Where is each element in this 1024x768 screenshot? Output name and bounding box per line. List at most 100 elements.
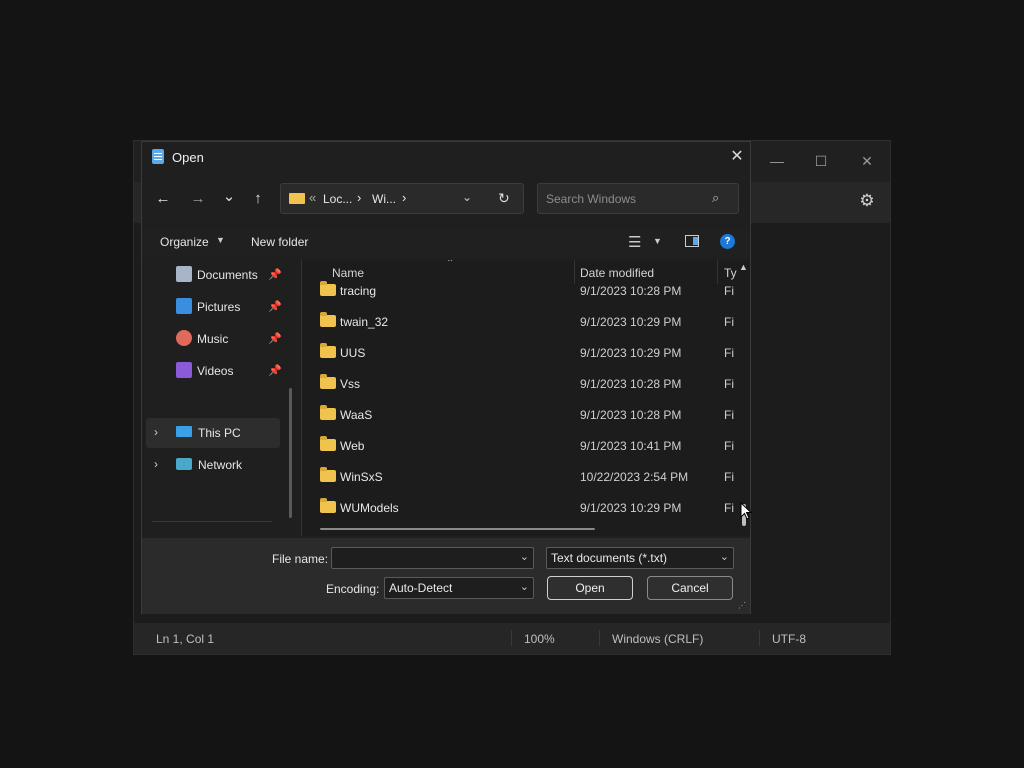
file-type: Fi xyxy=(724,284,734,298)
folder-icon xyxy=(320,374,336,389)
gear-icon[interactable]: ⚙ xyxy=(856,190,878,212)
music-icon xyxy=(176,330,192,346)
dialog-title: Open xyxy=(172,150,204,165)
close-icon[interactable]: ✕ xyxy=(726,146,748,168)
close-icon[interactable]: ✕ xyxy=(852,149,882,173)
cancel-button[interactable]: Cancel xyxy=(647,576,733,600)
breadcrumb-separator[interactable]: › xyxy=(402,190,406,205)
file-date: 10/22/2023 2:54 PM xyxy=(580,470,689,484)
table-row[interactable]: WUModels 9/1/2023 10:29 PM Fi xyxy=(302,493,750,524)
folder-icon xyxy=(320,312,336,327)
table-row[interactable]: WinSxS 10/22/2023 2:54 PM Fi xyxy=(302,462,750,493)
file-type-select[interactable]: Text documents (*.txt) ⌄ xyxy=(546,547,734,569)
back-icon[interactable]: ← xyxy=(150,186,176,212)
file-name-field[interactable]: ⌄ xyxy=(331,547,534,569)
encoding-select[interactable]: Auto-Detect ⌄ xyxy=(384,577,534,599)
breadcrumb-separator[interactable]: › xyxy=(357,190,361,205)
file-date: 9/1/2023 10:41 PM xyxy=(580,439,682,453)
this-pc-icon xyxy=(176,426,192,437)
address-overflow[interactable]: « xyxy=(309,190,316,205)
file-type: Fi xyxy=(724,377,734,391)
organize-button[interactable]: Organize xyxy=(160,235,209,249)
folder-icon xyxy=(320,405,336,420)
file-date: 9/1/2023 10:29 PM xyxy=(580,501,682,515)
nav-item-label: This PC xyxy=(198,426,241,440)
open-button[interactable]: Open xyxy=(547,576,633,600)
chevron-down-icon[interactable]: ⌄ xyxy=(520,580,529,593)
maximize-icon[interactable]: ☐ xyxy=(806,149,836,173)
caret-down-icon[interactable]: ▼ xyxy=(653,236,662,246)
file-date: 9/1/2023 10:29 PM xyxy=(580,315,682,329)
forward-icon[interactable]: → xyxy=(185,186,211,212)
encoding-status: UTF-8 xyxy=(772,632,806,646)
chevron-down-icon[interactable]: ⌄ xyxy=(720,550,729,563)
folder-icon xyxy=(289,193,305,204)
recent-locations-icon[interactable]: ⌄ xyxy=(216,184,242,210)
nav-item-label: Music xyxy=(197,332,229,346)
table-row[interactable]: twain_32 9/1/2023 10:29 PM Fi xyxy=(302,307,750,338)
breadcrumb-segment[interactable]: Wi... xyxy=(372,192,396,206)
chevron-down-icon[interactable]: ⌄ xyxy=(520,550,529,563)
file-type: Fi xyxy=(724,315,734,329)
mouse-cursor-icon xyxy=(740,502,752,520)
file-date: 9/1/2023 10:28 PM xyxy=(580,284,682,298)
nav-item-music[interactable]: Music 📌 xyxy=(150,324,282,354)
nav-scrollbar[interactable] xyxy=(289,388,292,518)
pin-icon[interactable]: 📌 xyxy=(268,332,282,345)
nav-item-label: Documents xyxy=(197,268,258,282)
chevron-down-icon[interactable]: ⌄ xyxy=(462,190,472,204)
file-type-value: Text documents (*.txt) xyxy=(551,551,668,565)
file-name: WaaS xyxy=(340,408,373,422)
help-icon[interactable]: ? xyxy=(720,234,735,249)
file-name: tracing xyxy=(340,284,377,298)
file-name: UUS xyxy=(340,346,366,360)
encoding-label: Encoding: xyxy=(326,582,380,596)
chevron-right-icon[interactable]: › xyxy=(154,425,158,439)
file-date: 9/1/2023 10:28 PM xyxy=(580,377,682,391)
new-folder-button[interactable]: New folder xyxy=(251,235,308,249)
view-options-icon[interactable]: ☰ xyxy=(628,233,641,251)
caret-down-icon[interactable]: ▼ xyxy=(216,235,225,245)
status-divider xyxy=(599,630,600,646)
zoom-level: 100% xyxy=(524,632,555,646)
address-bar[interactable]: « Loc... › Wi... › ⌄ ↻ xyxy=(280,183,524,214)
breadcrumb-segment[interactable]: Loc... xyxy=(323,192,352,206)
open-dialog: Open ✕ ← → ⌄ ↑ « Loc... › Wi... › ⌄ ↻ Se… xyxy=(141,141,751,614)
file-date: 9/1/2023 10:29 PM xyxy=(580,346,682,360)
pin-icon[interactable]: 📌 xyxy=(268,268,282,281)
horizontal-scrollbar[interactable] xyxy=(320,528,595,530)
table-row[interactable]: UUS 9/1/2023 10:29 PM Fi xyxy=(302,338,750,369)
nav-item-videos[interactable]: Videos 📌 xyxy=(150,356,282,386)
navigation-pane: Documents 📌 Pictures 📌 Music 📌 Videos 📌 … xyxy=(142,260,302,536)
folder-icon xyxy=(320,281,336,296)
pin-icon[interactable]: 📌 xyxy=(268,364,282,377)
table-row[interactable]: Web 9/1/2023 10:41 PM Fi xyxy=(302,431,750,462)
file-date: 9/1/2023 10:28 PM xyxy=(580,408,682,422)
chevron-right-icon[interactable]: › xyxy=(154,457,158,471)
minimize-icon[interactable]: — xyxy=(762,149,792,173)
refresh-icon[interactable]: ↻ xyxy=(498,190,510,207)
pin-icon[interactable]: 📌 xyxy=(268,300,282,313)
file-name-label: File name: xyxy=(272,552,329,566)
documents-icon xyxy=(176,266,192,282)
videos-icon xyxy=(176,362,192,378)
folder-icon xyxy=(320,436,336,451)
table-row[interactable]: tracing 9/1/2023 10:28 PM Fi xyxy=(302,276,750,307)
nav-item-label: Videos xyxy=(197,364,234,378)
table-row[interactable]: Vss 9/1/2023 10:28 PM Fi xyxy=(302,369,750,400)
table-row[interactable]: WaaS 9/1/2023 10:28 PM Fi xyxy=(302,400,750,431)
search-input[interactable]: Search Windows ⌕ xyxy=(537,183,739,214)
scroll-up-icon[interactable]: ▲ xyxy=(739,262,748,272)
nav-item-this-pc[interactable]: › This PC xyxy=(146,418,280,448)
nav-item-network[interactable]: › Network xyxy=(146,450,280,480)
line-ending: Windows (CRLF) xyxy=(612,632,704,646)
file-name: WUModels xyxy=(340,501,399,515)
search-icon[interactable]: ⌕ xyxy=(712,190,719,206)
up-icon[interactable]: ↑ xyxy=(245,186,271,212)
file-type: Fi xyxy=(724,501,734,515)
notepad-status-bar: Ln 1, Col 1 100% Windows (CRLF) UTF-8 xyxy=(134,623,890,654)
preview-pane-icon[interactable] xyxy=(685,235,699,247)
resize-grip-icon[interactable]: ⋰ xyxy=(738,601,746,610)
nav-item-documents[interactable]: Documents 📌 xyxy=(150,260,282,290)
nav-item-pictures[interactable]: Pictures 📌 xyxy=(150,292,282,322)
